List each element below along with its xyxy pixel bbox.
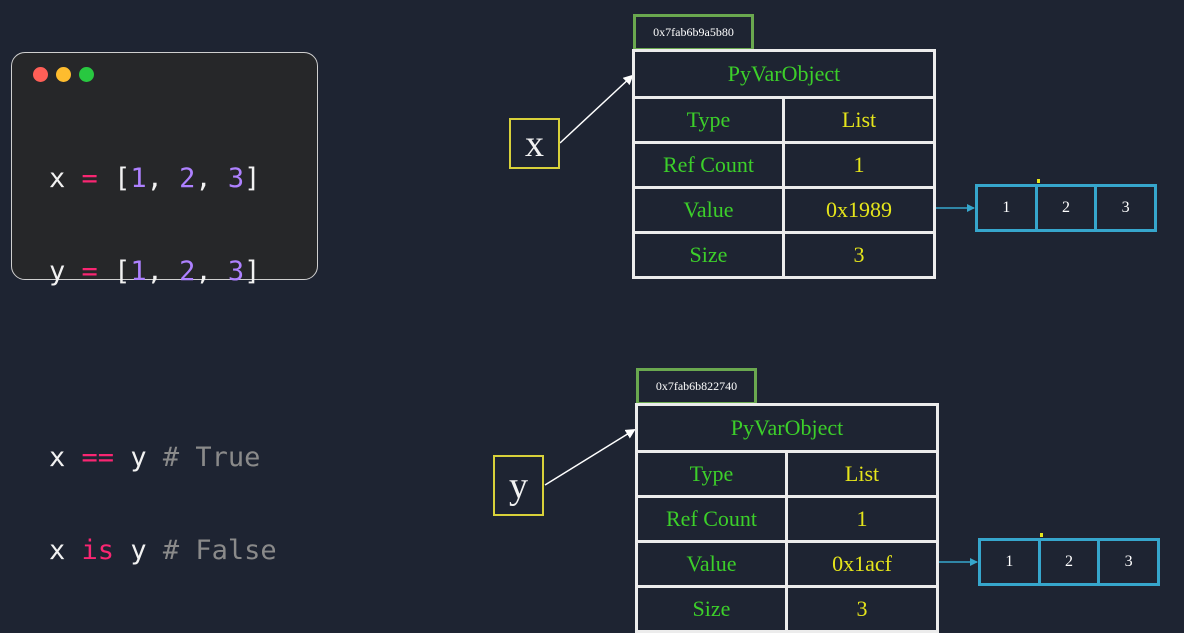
field-refcount-value: 1: [784, 495, 940, 543]
field-value-value: 0x1acf: [784, 540, 940, 588]
field-type-label: Type: [635, 450, 788, 498]
field-value-label: Value: [635, 540, 788, 588]
array-pointer-tick: [1040, 533, 1043, 537]
field-value-label: Value: [632, 186, 785, 234]
array-pointer-tick: [1037, 179, 1040, 183]
array-cell: 1: [1005, 553, 1014, 570]
array-cell: 2: [1034, 187, 1095, 229]
variable-y-label: y: [509, 464, 528, 507]
address-label-y: 0x7fab6b822740: [636, 368, 757, 405]
list-array-y: 1 2 3: [978, 538, 1160, 586]
object-header: PyVarObject: [634, 403, 940, 453]
field-refcount-label: Ref Count: [632, 141, 785, 189]
array-cell: 3: [1094, 187, 1154, 229]
arrow-x-to-object: [559, 74, 634, 144]
field-type-label: Type: [632, 96, 785, 144]
reference-arrows: [544, 74, 978, 566]
field-refcount-value: 1: [781, 141, 937, 189]
field-type-value: List: [781, 96, 937, 144]
field-value-value: 0x1989: [781, 186, 937, 234]
field-size-value: 3: [781, 231, 937, 279]
variable-x-label: x: [525, 122, 544, 165]
pyvarobject-table-y: PyVarObject Type List Ref Count 1 Value 0x1…: [634, 403, 940, 633]
arrow-y-to-object: [544, 428, 636, 486]
field-refcount-label: Ref Count: [635, 495, 788, 543]
array-cell: 1: [1002, 199, 1011, 216]
array-cell: 2: [1037, 541, 1098, 583]
pyvarobject-table-x: PyVarObject Type List Ref Count 1 Value 0x1…: [631, 49, 937, 279]
address-x-text: 0x7fab6b9a5b80: [653, 25, 734, 39]
field-size-label: Size: [632, 231, 785, 279]
object-header: PyVarObject: [631, 49, 937, 99]
list-array-x: 1 2 3: [975, 184, 1157, 232]
variable-y-box: y: [493, 455, 544, 516]
variable-x-box: x: [509, 118, 560, 169]
array-cell: 3: [1097, 541, 1157, 583]
address-label-x: 0x7fab6b9a5b80: [633, 14, 754, 51]
field-size-label: Size: [635, 585, 788, 633]
field-type-value: List: [784, 450, 940, 498]
address-y-text: 0x7fab6b822740: [655, 379, 738, 393]
field-size-value: 3: [784, 585, 940, 633]
